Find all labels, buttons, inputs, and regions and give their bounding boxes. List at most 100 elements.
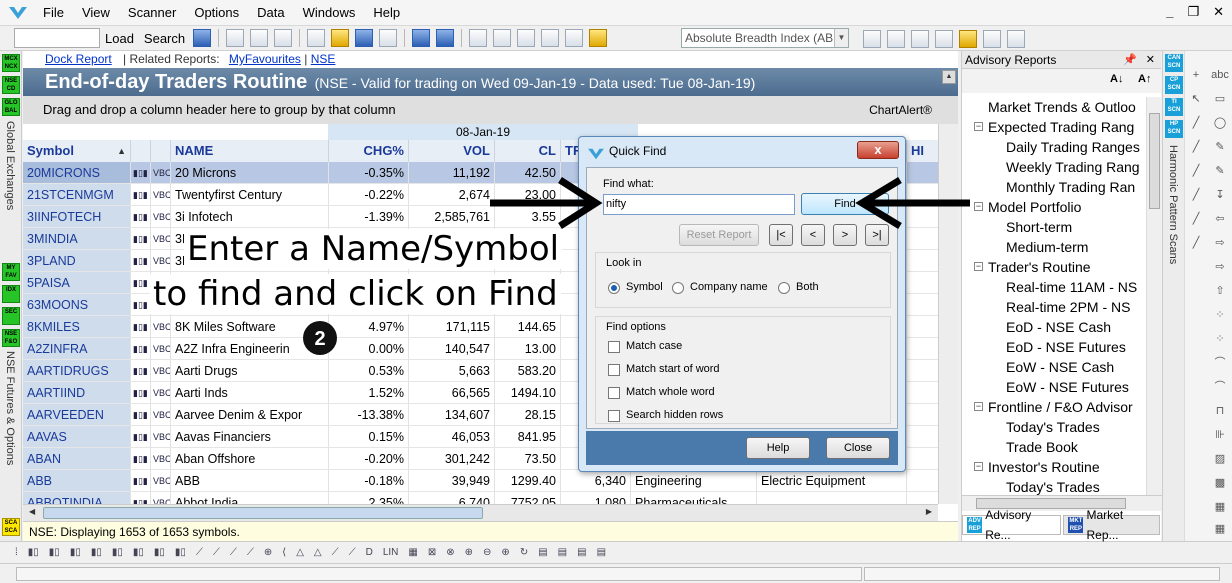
scroll-right-icon[interactable]: ▶ bbox=[926, 507, 932, 516]
tool-16-icon[interactable]: △ bbox=[314, 547, 322, 558]
shapes-icon[interactable] bbox=[1007, 30, 1025, 48]
menu-windows[interactable]: Windows bbox=[294, 0, 365, 26]
reset-report-button[interactable]: Reset Report bbox=[679, 224, 759, 246]
diamond-icon[interactable] bbox=[331, 29, 350, 47]
search-button[interactable]: Search bbox=[139, 31, 190, 46]
tool-30-icon[interactable]: ▤ bbox=[577, 547, 586, 558]
tool-2-icon[interactable]: ▮▯ bbox=[49, 547, 60, 558]
look-in-both-radio[interactable] bbox=[778, 282, 790, 294]
text-tool-icon[interactable]: abc bbox=[1211, 67, 1229, 83]
tool-12-icon[interactable]: ⟋ bbox=[247, 547, 254, 558]
col-vol[interactable]: VOL bbox=[409, 140, 495, 162]
tool-21-icon[interactable]: ▦ bbox=[408, 547, 417, 558]
idx-badge[interactable]: IDX bbox=[2, 285, 20, 303]
grid-horizontal-scrollbar[interactable]: ◀ ▶ bbox=[23, 504, 938, 521]
sca-badge[interactable]: SCA SCA bbox=[2, 518, 20, 536]
brush-tool-icon[interactable]: ✎ bbox=[1211, 163, 1229, 179]
tree-item[interactable]: Short-term bbox=[962, 217, 1146, 237]
cell-symbol[interactable]: 8KMILES bbox=[23, 316, 131, 338]
tool-20-icon[interactable]: LIN bbox=[383, 547, 399, 558]
scroll-left-icon[interactable]: ◀ bbox=[29, 507, 35, 516]
col-vbc[interactable] bbox=[151, 140, 171, 162]
tool-23-icon[interactable]: ⊗ bbox=[446, 547, 454, 558]
compare-icon[interactable] bbox=[589, 29, 608, 47]
col-cl[interactable]: CL bbox=[495, 140, 561, 162]
tree-item[interactable]: Real-time 11AM - NS bbox=[962, 277, 1146, 297]
bars-icon[interactable] bbox=[469, 29, 488, 47]
pointer-icon[interactable] bbox=[193, 29, 212, 47]
tree-item[interactable]: EoD - NSE Cash bbox=[962, 317, 1146, 337]
look-in-symbol-label[interactable]: Symbol bbox=[626, 281, 663, 293]
trend-lines-icon[interactable] bbox=[983, 30, 1001, 48]
match-case-checkbox[interactable] bbox=[608, 341, 620, 353]
tree-item[interactable]: EoW - NSE Futures bbox=[962, 377, 1146, 397]
tree-item[interactable]: Daily Trading Ranges bbox=[962, 137, 1146, 157]
arc-tool-icon[interactable]: ⌒ bbox=[1211, 355, 1229, 371]
layout-icon[interactable] bbox=[436, 29, 455, 47]
tool-26-icon[interactable]: ⊕ bbox=[501, 547, 509, 558]
tool-8-icon[interactable]: ▮▯ bbox=[175, 547, 186, 558]
scroll-up-icon[interactable]: ▲ bbox=[942, 70, 956, 84]
close-panel-icon[interactable]: ✕ bbox=[1146, 51, 1155, 69]
tool-13-icon[interactable]: ⊕ bbox=[264, 547, 272, 558]
menu-view[interactable]: View bbox=[73, 0, 119, 26]
tree-item[interactable]: Real-time 2PM - NS bbox=[962, 297, 1146, 317]
match-start-checkbox[interactable] bbox=[608, 364, 620, 376]
cell-symbol[interactable]: 20MICRONS bbox=[23, 162, 131, 184]
nse-cd-badge[interactable]: NSE CD bbox=[2, 76, 20, 94]
crosshair-icon[interactable]: + bbox=[1187, 67, 1205, 83]
tool-17-icon[interactable]: ⟋ bbox=[332, 547, 339, 558]
previous-match-button[interactable]: < bbox=[801, 224, 825, 246]
nse-link[interactable]: NSE bbox=[311, 52, 336, 66]
wave-icon[interactable] bbox=[379, 29, 398, 47]
tool-3-icon[interactable]: ▮▯ bbox=[70, 547, 81, 558]
cell-symbol[interactable]: A2ZINFRA bbox=[23, 338, 131, 360]
tree-item[interactable]: Monthly Trading Ran bbox=[962, 177, 1146, 197]
tree-item[interactable]: Trade Book bbox=[962, 437, 1146, 457]
mpvt-icon[interactable] bbox=[887, 30, 905, 48]
trend-icon[interactable] bbox=[541, 29, 560, 47]
cell-symbol[interactable]: AARVEEDEN bbox=[23, 404, 131, 426]
line-tool-icon[interactable]: ╱ bbox=[1187, 139, 1205, 155]
grid-tool-icon[interactable]: ⁘ bbox=[1211, 307, 1229, 323]
tree-item[interactable]: Today's Trades bbox=[962, 477, 1146, 495]
sort-asc-button[interactable]: A↓ bbox=[1110, 73, 1123, 85]
nse-fo-badge[interactable]: NSE F&O bbox=[2, 329, 20, 347]
cell-symbol[interactable]: 3IINFOTECH bbox=[23, 206, 131, 228]
menu-data[interactable]: Data bbox=[248, 0, 293, 26]
magnet-icon[interactable]: ⊓ bbox=[1211, 403, 1229, 419]
dock-report-link[interactable]: Dock Report bbox=[45, 52, 112, 66]
match-case-label[interactable]: Match case bbox=[626, 340, 682, 352]
tool-11-icon[interactable]: ⟋ bbox=[230, 547, 237, 558]
breadth-index-select[interactable]: Absolute Breadth Index (ABI ▼ bbox=[681, 28, 849, 48]
tree-item[interactable]: EoD - NSE Futures bbox=[962, 337, 1146, 357]
sort-desc-button[interactable]: A↑ bbox=[1138, 73, 1151, 85]
col-chg[interactable]: CHG% bbox=[329, 140, 409, 162]
tree-item[interactable]: Medium-term bbox=[962, 237, 1146, 257]
dialog-close-icon[interactable]: x bbox=[857, 141, 899, 159]
brush-tool-icon[interactable]: ✎ bbox=[1211, 139, 1229, 155]
hatch-icon[interactable]: ▨ bbox=[1211, 451, 1229, 467]
look-in-company-radio[interactable] bbox=[672, 282, 684, 294]
print-preview-icon[interactable] bbox=[274, 29, 293, 47]
harmonic-pattern-scan-badge[interactable]: HP SCN bbox=[1165, 120, 1183, 138]
table-row[interactable]: ABBOTINDIA ▮▯▮ VBC Abbot India 2.35% 6,740 775… bbox=[23, 492, 938, 504]
ruler-icon[interactable]: ⊪ bbox=[1211, 427, 1229, 443]
arrow-tool-icon[interactable]: ⇨ bbox=[1211, 235, 1229, 251]
col-symbol[interactable]: Symbol ▲ bbox=[23, 140, 131, 162]
chevron-down-icon[interactable]: ▼ bbox=[834, 29, 848, 47]
tree-item[interactable]: − Expected Trading Rang bbox=[962, 117, 1146, 137]
col-hi[interactable]: HI bbox=[907, 140, 938, 162]
tool-4-icon[interactable]: ▮▯ bbox=[91, 547, 102, 558]
collapse-icon[interactable]: − bbox=[974, 202, 983, 211]
cell-symbol[interactable]: ABBOTINDIA bbox=[23, 492, 131, 504]
match-whole-word-label[interactable]: Match whole word bbox=[626, 386, 715, 398]
cell-symbol[interactable]: ABB bbox=[23, 470, 131, 492]
window-icon[interactable] bbox=[412, 29, 431, 47]
grid-icon[interactable]: ▦ bbox=[1211, 521, 1229, 537]
first-match-button[interactable]: |< bbox=[769, 224, 793, 246]
global-badge[interactable]: GLO BAL bbox=[2, 98, 20, 116]
cell-symbol[interactable]: AARTIIND bbox=[23, 382, 131, 404]
arrow-tool-icon[interactable]: ⇨ bbox=[1211, 259, 1229, 275]
line-tool-icon[interactable]: ╱ bbox=[1187, 211, 1205, 227]
